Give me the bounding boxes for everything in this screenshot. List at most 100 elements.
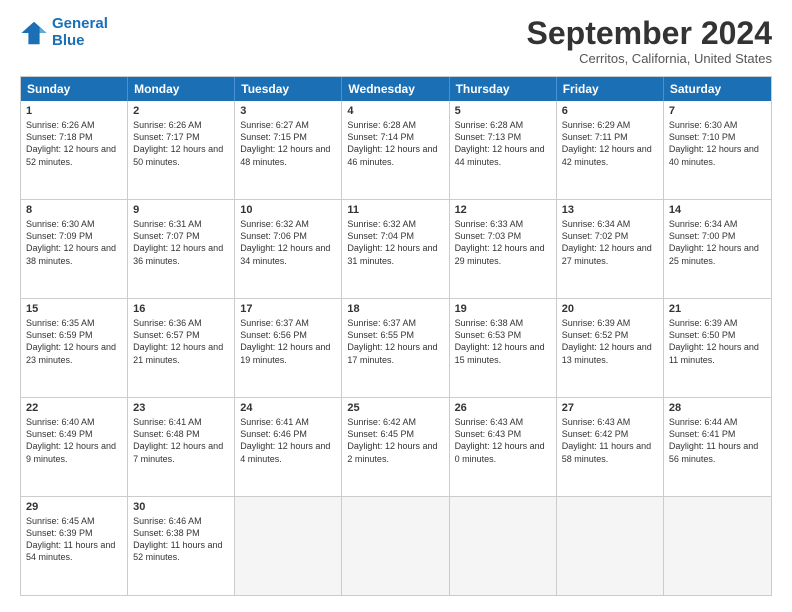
day-number: 10 (240, 204, 336, 216)
cell-text: Sunrise: 6:31 AMSunset: 7:07 PMDaylight:… (133, 218, 229, 267)
calendar-cell: 9 Sunrise: 6:31 AMSunset: 7:07 PMDaylight… (128, 200, 235, 298)
header-day-sunday: Sunday (21, 77, 128, 101)
day-number: 4 (347, 105, 443, 117)
header: General Blue September 2024 Cerritos, Ca… (20, 16, 772, 66)
logo-blue: Blue (52, 32, 85, 49)
day-number: 25 (347, 402, 443, 414)
day-number: 5 (455, 105, 551, 117)
day-number: 8 (26, 204, 122, 216)
calendar-cell: 7 Sunrise: 6:30 AMSunset: 7:10 PMDaylight… (664, 101, 771, 199)
cell-text: Sunrise: 6:38 AMSunset: 6:53 PMDaylight:… (455, 317, 551, 366)
cell-text: Sunrise: 6:29 AMSunset: 7:11 PMDaylight:… (562, 119, 658, 168)
day-number: 1 (26, 105, 122, 117)
calendar-header: SundayMondayTuesdayWednesdayThursdayFrid… (21, 77, 771, 101)
day-number: 23 (133, 402, 229, 414)
calendar-cell: 5 Sunrise: 6:28 AMSunset: 7:13 PMDaylight… (450, 101, 557, 199)
cell-text: Sunrise: 6:35 AMSunset: 6:59 PMDaylight:… (26, 317, 122, 366)
month-title: September 2024 (527, 16, 772, 51)
cell-text: Sunrise: 6:28 AMSunset: 7:13 PMDaylight:… (455, 119, 551, 168)
header-day-wednesday: Wednesday (342, 77, 449, 101)
calendar-cell: 2 Sunrise: 6:26 AMSunset: 7:17 PMDaylight… (128, 101, 235, 199)
cell-text: Sunrise: 6:37 AMSunset: 6:56 PMDaylight:… (240, 317, 336, 366)
calendar-cell: 10 Sunrise: 6:32 AMSunset: 7:06 PMDayligh… (235, 200, 342, 298)
calendar-cell: 4 Sunrise: 6:28 AMSunset: 7:14 PMDaylight… (342, 101, 449, 199)
cell-text: Sunrise: 6:41 AMSunset: 6:48 PMDaylight:… (133, 416, 229, 465)
calendar-row-4: 22 Sunrise: 6:40 AMSunset: 6:49 PMDayligh… (21, 397, 771, 496)
day-number: 6 (562, 105, 658, 117)
cell-text: Sunrise: 6:34 AMSunset: 7:02 PMDaylight:… (562, 218, 658, 267)
day-number: 9 (133, 204, 229, 216)
day-number: 21 (669, 303, 766, 315)
calendar-cell: 11 Sunrise: 6:32 AMSunset: 7:04 PMDayligh… (342, 200, 449, 298)
day-number: 12 (455, 204, 551, 216)
calendar: SundayMondayTuesdayWednesdayThursdayFrid… (20, 76, 772, 596)
header-day-monday: Monday (128, 77, 235, 101)
calendar-cell (664, 497, 771, 595)
cell-text: Sunrise: 6:36 AMSunset: 6:57 PMDaylight:… (133, 317, 229, 366)
calendar-cell: 3Sunrise: 6:27 AMSunset: 7:15 PMDaylight… (235, 101, 342, 199)
calendar-cell: 12 Sunrise: 6:33 AMSunset: 7:03 PMDayligh… (450, 200, 557, 298)
day-number: 14 (669, 204, 766, 216)
cell-text: Sunrise: 6:26 AMSunset: 7:17 PMDaylight:… (133, 119, 229, 168)
cell-text: Sunrise: 6:41 AMSunset: 6:46 PMDaylight:… (240, 416, 336, 465)
cell-text: Sunrise: 6:26 AMSunset: 7:18 PMDaylight:… (26, 119, 122, 168)
logo-general: General (52, 15, 108, 32)
calendar-cell: 16Sunrise: 6:36 AMSunset: 6:57 PMDayligh… (128, 299, 235, 397)
page: General Blue September 2024 Cerritos, Ca… (0, 0, 792, 612)
calendar-cell (450, 497, 557, 595)
cell-text: Sunrise: 6:30 AMSunset: 7:09 PMDaylight:… (26, 218, 122, 267)
logo-icon (20, 19, 48, 47)
day-number: 22 (26, 402, 122, 414)
calendar-row-2: 8 Sunrise: 6:30 AMSunset: 7:09 PMDaylight… (21, 199, 771, 298)
calendar-cell: 6 Sunrise: 6:29 AMSunset: 7:11 PMDaylight… (557, 101, 664, 199)
cell-text: Sunrise: 6:44 AMSunset: 6:41 PMDaylight:… (669, 416, 766, 465)
calendar-cell: 19 Sunrise: 6:38 AMSunset: 6:53 PMDayligh… (450, 299, 557, 397)
cell-text: Sunrise: 6:33 AMSunset: 7:03 PMDaylight:… (455, 218, 551, 267)
cell-text: Sunrise: 6:43 AMSunset: 6:43 PMDaylight:… (455, 416, 551, 465)
header-day-saturday: Saturday (664, 77, 771, 101)
calendar-cell (235, 497, 342, 595)
cell-text: Sunrise: 6:42 AMSunset: 6:45 PMDaylight:… (347, 416, 443, 465)
day-number: 13 (562, 204, 658, 216)
calendar-cell: 26 Sunrise: 6:43 AMSunset: 6:43 PMDayligh… (450, 398, 557, 496)
calendar-cell: 28Sunrise: 6:44 AMSunset: 6:41 PMDayligh… (664, 398, 771, 496)
day-number: 7 (669, 105, 766, 117)
calendar-cell: 23 Sunrise: 6:41 AMSunset: 6:48 PMDayligh… (128, 398, 235, 496)
day-number: 26 (455, 402, 551, 414)
day-number: 19 (455, 303, 551, 315)
cell-text: Sunrise: 6:40 AMSunset: 6:49 PMDaylight:… (26, 416, 122, 465)
calendar-cell: 8 Sunrise: 6:30 AMSunset: 7:09 PMDaylight… (21, 200, 128, 298)
calendar-cell: 14Sunrise: 6:34 AMSunset: 7:00 PMDayligh… (664, 200, 771, 298)
calendar-cell: 15 Sunrise: 6:35 AMSunset: 6:59 PMDayligh… (21, 299, 128, 397)
day-number: 20 (562, 303, 658, 315)
day-number: 15 (26, 303, 122, 315)
cell-text: Sunrise: 6:32 AMSunset: 7:04 PMDaylight:… (347, 218, 443, 267)
day-number: 11 (347, 204, 443, 216)
calendar-cell: 20 Sunrise: 6:39 AMSunset: 6:52 PMDayligh… (557, 299, 664, 397)
cell-text: Sunrise: 6:39 AMSunset: 6:50 PMDaylight:… (669, 317, 766, 366)
cell-text: Sunrise: 6:37 AMSunset: 6:55 PMDaylight:… (347, 317, 443, 366)
calendar-cell: 25 Sunrise: 6:42 AMSunset: 6:45 PMDayligh… (342, 398, 449, 496)
day-number: 18 (347, 303, 443, 315)
header-day-tuesday: Tuesday (235, 77, 342, 101)
cell-text: Sunrise: 6:30 AMSunset: 7:10 PMDaylight:… (669, 119, 766, 168)
day-number: 30 (133, 501, 229, 513)
day-number: 3 (240, 105, 336, 117)
calendar-cell: 30 Sunrise: 6:46 AMSunset: 6:38 PMDayligh… (128, 497, 235, 595)
location: Cerritos, California, United States (527, 51, 772, 66)
header-day-thursday: Thursday (450, 77, 557, 101)
cell-text: Sunrise: 6:28 AMSunset: 7:14 PMDaylight:… (347, 119, 443, 168)
calendar-cell: 29Sunrise: 6:45 AMSunset: 6:39 PMDayligh… (21, 497, 128, 595)
calendar-body: 1 Sunrise: 6:26 AMSunset: 7:18 PMDaylight… (21, 101, 771, 595)
cell-text: Sunrise: 6:46 AMSunset: 6:38 PMDaylight:… (133, 515, 229, 564)
logo: General Blue (20, 16, 108, 49)
calendar-cell: 13 Sunrise: 6:34 AMSunset: 7:02 PMDayligh… (557, 200, 664, 298)
logo-text: General Blue (52, 16, 108, 49)
calendar-row-3: 15 Sunrise: 6:35 AMSunset: 6:59 PMDayligh… (21, 298, 771, 397)
header-day-friday: Friday (557, 77, 664, 101)
cell-text: Sunrise: 6:39 AMSunset: 6:52 PMDaylight:… (562, 317, 658, 366)
day-number: 27 (562, 402, 658, 414)
calendar-cell: 22 Sunrise: 6:40 AMSunset: 6:49 PMDayligh… (21, 398, 128, 496)
cell-text: Sunrise: 6:32 AMSunset: 7:06 PMDaylight:… (240, 218, 336, 267)
day-number: 2 (133, 105, 229, 117)
